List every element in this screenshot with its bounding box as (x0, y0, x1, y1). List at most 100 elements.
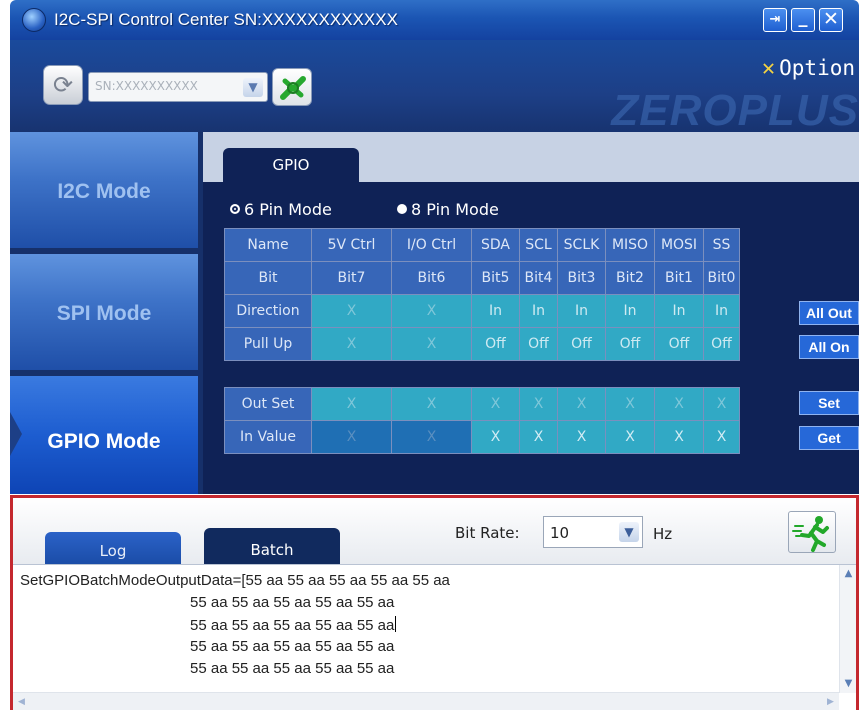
direction-toggle-cell[interactable]: In (519, 294, 558, 328)
bit-rate-unit: Hz (653, 525, 673, 543)
tools-icon: ✕ (761, 56, 776, 81)
in-value-cell: X (519, 420, 558, 454)
set-button[interactable]: Set (799, 391, 859, 415)
table-cell: Pull Up (224, 327, 312, 361)
horizontal-scrollbar[interactable]: ◀ ▶ (13, 692, 839, 710)
direction-toggle-cell[interactable]: In (471, 294, 520, 328)
out-set-cell[interactable]: X (519, 387, 558, 421)
table-cell: I/O Ctrl (391, 228, 472, 262)
option-button[interactable]: ✕ Option (762, 56, 855, 81)
vertical-scrollbar[interactable]: ▲ ▼ (839, 565, 856, 693)
all-out-button[interactable]: All Out (799, 301, 859, 325)
direction-toggle-cell[interactable]: X (391, 294, 472, 328)
direction-toggle-cell[interactable]: X (311, 294, 392, 328)
pin-window-button[interactable]: ⇥ (763, 8, 787, 32)
out-set-cell[interactable]: X (605, 387, 655, 421)
pull-up-toggle-cell[interactable]: Off (703, 327, 740, 361)
log-line: 55 aa 55 aa 55 aa 55 aa 55 aa (190, 594, 395, 611)
table-row-out-set: Out Set X X X X X X X X (224, 387, 740, 421)
run-batch-button[interactable] (788, 511, 836, 553)
tab-gpio[interactable]: GPIO (223, 148, 359, 182)
out-set-cell[interactable]: X (654, 387, 704, 421)
radio-label: 6 Pin Mode (244, 200, 332, 219)
table-cell: Out Set (224, 387, 312, 421)
brand-logo: ZEROPLUS (611, 86, 859, 132)
chevron-down-icon[interactable]: ▼ (619, 522, 639, 542)
log-line: 55 aa 55 aa 55 aa 55 aa 55 aa (190, 638, 395, 655)
scroll-down-icon[interactable]: ▼ (842, 677, 855, 691)
sidebar-item-i2c-mode[interactable]: I2C Mode (10, 132, 198, 248)
table-row-direction: Direction X X In In In In In In (224, 294, 740, 328)
app-window: I2C-SPI Control Center SN:XXXXXXXXXXXX ⇥… (10, 0, 859, 715)
log-line: SetGPIOBatchModeOutputData=[55 aa 55 aa … (20, 572, 450, 589)
in-value-cell: X (703, 420, 740, 454)
bottom-tab-strip: Log Batch Bit Rate: 10 ▼ Hz (13, 498, 856, 564)
scroll-right-icon[interactable]: ▶ (824, 695, 837, 709)
table-cell: SCL (519, 228, 558, 262)
tab-log[interactable]: Log (45, 532, 181, 564)
table-cell: Bit6 (391, 261, 472, 295)
pin-icon: ⇥ (769, 12, 781, 27)
pull-up-toggle-cell[interactable]: X (311, 327, 392, 361)
scroll-left-icon[interactable]: ◀ (15, 695, 28, 709)
table-cell: Bit5 (471, 261, 520, 295)
in-value-cell: X (605, 420, 655, 454)
direction-toggle-cell[interactable]: In (703, 294, 740, 328)
title-bar[interactable]: I2C-SPI Control Center SN:XXXXXXXXXXXX ⇥… (10, 0, 859, 40)
pull-up-toggle-cell[interactable]: Off (557, 327, 606, 361)
all-on-button[interactable]: All On (799, 335, 859, 359)
table-cell: SS (703, 228, 740, 262)
connect-button[interactable] (272, 68, 312, 106)
log-line: 55 aa 55 aa 55 aa 55 aa 55 aa (190, 660, 395, 677)
out-set-cell[interactable]: X (391, 387, 472, 421)
table-cell: Bit2 (605, 261, 655, 295)
sidebar-item-gpio-mode[interactable]: GPIO Mode (10, 376, 198, 494)
bit-rate-select[interactable]: 10 ▼ (543, 516, 643, 548)
refresh-device-button[interactable]: ⟳ (43, 65, 83, 105)
batch-data-textarea[interactable]: SetGPIOBatchModeOutputData=[55 aa 55 aa … (13, 564, 856, 710)
table-row-in-value: In Value X X X X X X X X (224, 420, 740, 454)
radio-6-pin-mode[interactable]: 6 Pin Mode (230, 200, 332, 219)
direction-toggle-cell[interactable]: In (654, 294, 704, 328)
direction-toggle-cell[interactable]: In (605, 294, 655, 328)
radio-unselected-icon (230, 204, 240, 214)
pull-up-toggle-cell[interactable]: X (391, 327, 472, 361)
close-icon: ✕ (823, 8, 839, 30)
table-cell: SDA (471, 228, 520, 262)
sidebar-item-label: GPIO Mode (47, 430, 161, 453)
gpio-config-table: Name 5V Ctrl I/O Ctrl SDA SCL SCLK MISO … (224, 228, 740, 361)
out-set-cell[interactable]: X (311, 387, 392, 421)
pull-up-toggle-cell[interactable]: Off (654, 327, 704, 361)
close-button[interactable]: ✕ (819, 8, 843, 32)
direction-toggle-cell[interactable]: In (557, 294, 606, 328)
pull-up-toggle-cell[interactable]: Off (605, 327, 655, 361)
table-cell: Bit1 (654, 261, 704, 295)
table-cell: Direction (224, 294, 312, 328)
gpio-tab-strip: GPIO (203, 132, 859, 182)
connect-plug-icon (280, 76, 306, 100)
table-cell: Bit (224, 261, 312, 295)
table-cell: Name (224, 228, 312, 262)
get-button[interactable]: Get (799, 426, 859, 450)
option-label: Option (779, 56, 855, 80)
out-set-cell[interactable]: X (703, 387, 740, 421)
serial-number-select[interactable]: SN:XXXXXXXXXX ▼ (88, 72, 268, 102)
tab-batch[interactable]: Batch (204, 528, 340, 564)
minimize-button[interactable]: _ (791, 8, 815, 32)
table-row-names: Name 5V Ctrl I/O Ctrl SDA SCL SCLK MISO … (224, 228, 740, 262)
chevron-down-icon[interactable]: ▼ (243, 78, 263, 97)
pull-up-toggle-cell[interactable]: Off (471, 327, 520, 361)
scroll-up-icon[interactable]: ▲ (842, 567, 855, 581)
pull-up-toggle-cell[interactable]: Off (519, 327, 558, 361)
gpio-io-table: Out Set X X X X X X X X In Value X X X X… (224, 387, 740, 454)
refresh-icon: ⟳ (52, 71, 74, 99)
out-set-cell[interactable]: X (557, 387, 606, 421)
in-value-cell: X (311, 420, 392, 454)
out-set-cell[interactable]: X (471, 387, 520, 421)
toolbar: ⟳ SN:XXXXXXXXXX ▼ ✕ Option ZEROPLUS (10, 40, 859, 132)
sidebar-item-spi-mode[interactable]: SPI Mode (10, 254, 198, 370)
radio-8-pin-mode[interactable]: 8 Pin Mode (397, 200, 499, 219)
bit-rate-label: Bit Rate: (455, 524, 520, 542)
log-line-text: 55 aa 55 aa 55 aa 55 aa 55 aa (190, 617, 395, 634)
table-cell: Bit3 (557, 261, 606, 295)
